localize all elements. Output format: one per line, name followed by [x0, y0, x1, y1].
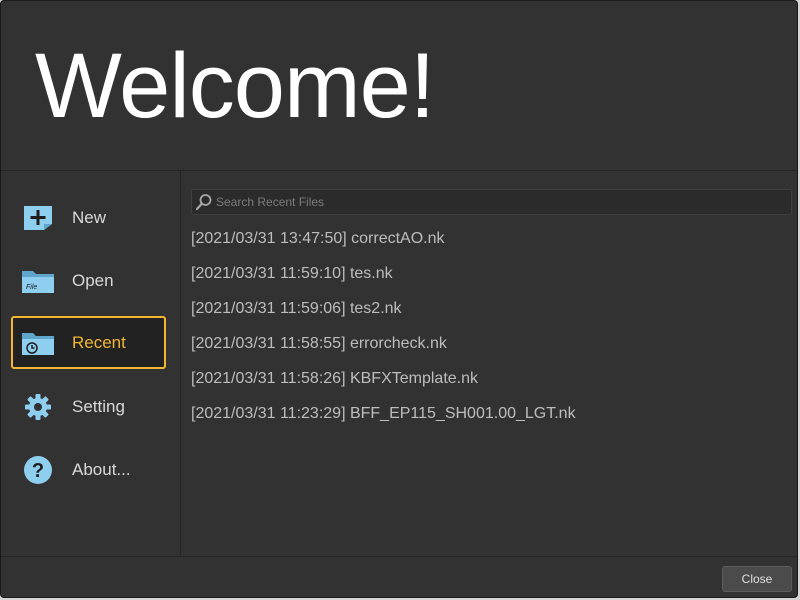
sidebar-item-about[interactable]: ? About...	[11, 443, 166, 496]
footer: Close	[1, 556, 797, 597]
sidebar-item-open[interactable]: File Open	[11, 254, 166, 307]
sidebar-item-label: Open	[72, 270, 114, 290]
header: Welcome!	[1, 1, 797, 171]
search-bar	[191, 189, 792, 215]
sidebar-item-label: Recent	[72, 332, 126, 352]
recent-file-item[interactable]: [2021/03/31 11:23:29] BFF_EP115_SH001.00…	[191, 401, 576, 436]
help-icon: ?	[21, 454, 55, 486]
svg-text:File: File	[26, 284, 37, 291]
welcome-dialog: Welcome! New File Open Recent Setting ? …	[0, 0, 798, 598]
sidebar-item-recent[interactable]: Recent	[11, 316, 166, 369]
recent-panel: [2021/03/31 13:47:50] correctAO.nk [2021…	[182, 171, 797, 556]
sidebar-item-label: Setting	[72, 396, 125, 416]
svg-text:?: ?	[32, 460, 44, 482]
new-file-icon	[21, 202, 55, 234]
open-folder-icon: File	[21, 265, 55, 297]
search-icon	[195, 193, 213, 211]
recent-file-item[interactable]: [2021/03/31 11:59:10] tes.nk	[191, 261, 576, 296]
recent-file-item[interactable]: [2021/03/31 11:58:55] errorcheck.nk	[191, 331, 576, 366]
recent-file-item[interactable]: [2021/03/31 11:58:26] KBFXTemplate.nk	[191, 366, 576, 401]
sidebar-item-new[interactable]: New	[11, 191, 166, 244]
sidebar-item-label: New	[72, 207, 107, 227]
sidebar-item-setting[interactable]: Setting	[11, 380, 166, 433]
recent-files-list: [2021/03/31 13:47:50] correctAO.nk [2021…	[191, 226, 576, 436]
recent-file-item[interactable]: [2021/03/31 13:47:50] correctAO.nk	[191, 226, 576, 261]
gear-icon	[21, 391, 55, 423]
sidebar: New File Open Recent Setting ? About...	[1, 171, 181, 556]
sidebar-item-label: About...	[72, 459, 131, 479]
search-input[interactable]	[213, 194, 791, 210]
page-title: Welcome!	[35, 35, 435, 137]
recent-file-item[interactable]: [2021/03/31 11:59:06] tes2.nk	[191, 296, 576, 331]
recent-folder-icon	[21, 327, 55, 359]
close-button[interactable]: Close	[722, 566, 792, 592]
